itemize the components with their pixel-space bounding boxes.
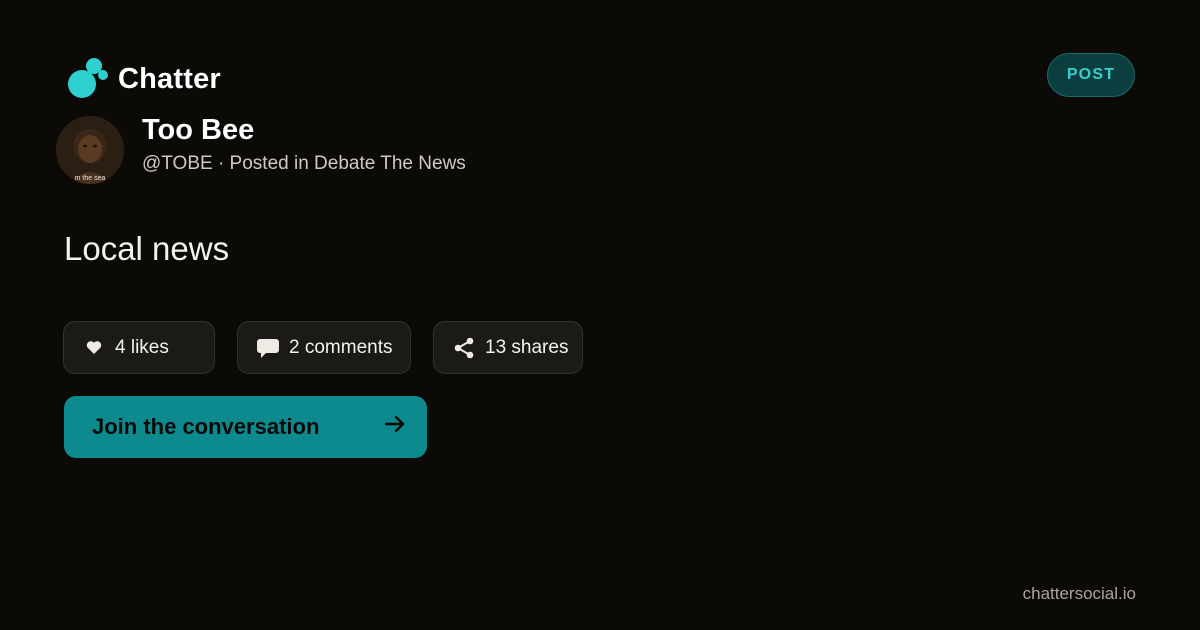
avatar-photo: m the sea [56,116,124,184]
comments-stat[interactable]: 2 comments [237,321,411,374]
post-badge: POST [1047,53,1135,97]
shares-stat[interactable]: 13 shares [433,321,583,374]
author-meta: @TOBE · Posted in Debate The News [142,153,466,174]
chatter-logo-icon [66,56,112,102]
author-name[interactable]: Too Bee [142,114,254,147]
avatar-caption: m the sea [75,175,106,182]
footer-domain[interactable]: chattersocial.io [1023,584,1136,604]
likes-stat[interactable]: 4 likes [63,321,215,374]
join-conversation-button[interactable]: Join the conversation [64,396,427,458]
comments-label: 2 comments [289,336,393,358]
shares-label: 13 shares [485,336,569,358]
join-conversation-label: Join the conversation [92,414,320,439]
arrow-right-icon [383,412,407,442]
brand-name: Chatter [118,62,221,95]
share-icon [452,336,476,360]
brand-logo[interactable]: Chatter [66,56,221,102]
heart-icon [82,336,106,360]
post-text: Local news [64,230,230,267]
avatar[interactable]: m the sea [56,116,124,184]
likes-label: 4 likes [115,336,169,358]
comment-bubble-icon [256,336,280,360]
